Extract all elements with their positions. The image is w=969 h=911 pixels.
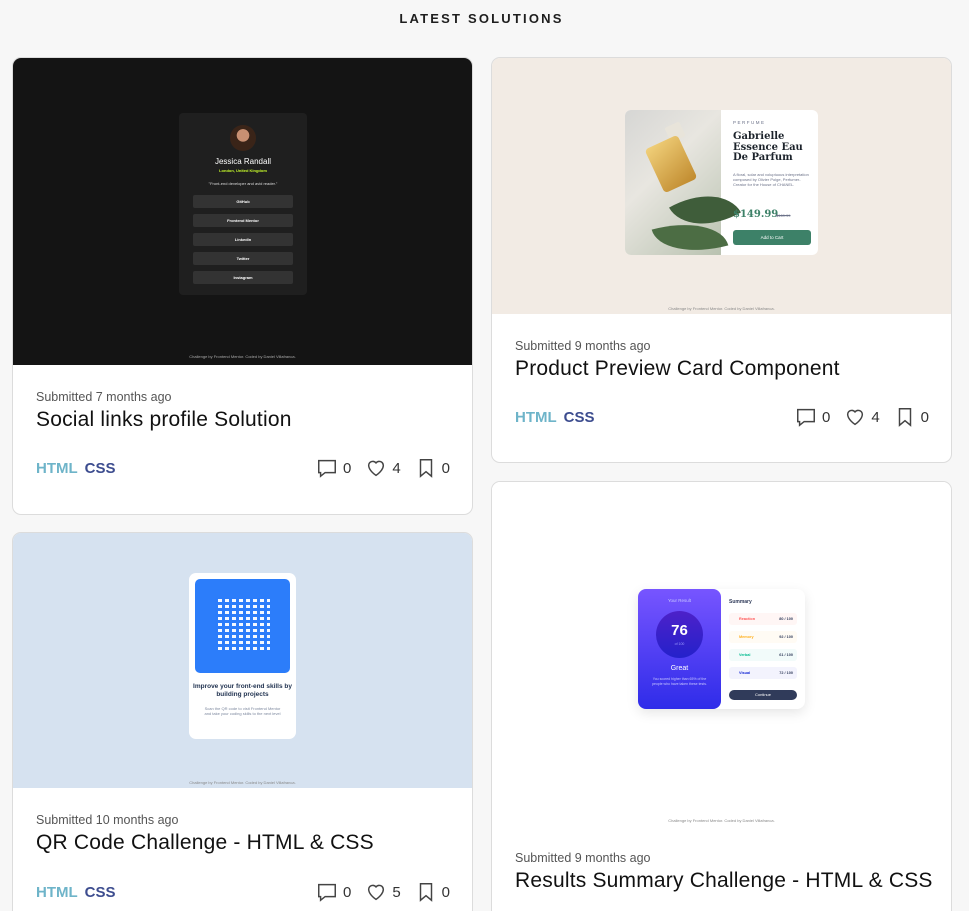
tag-css[interactable]: CSS [85,884,116,901]
solution-preview-image[interactable]: Jessica Randall London, United Kingdom "… [13,58,472,365]
submitted-date: Submitted 10 months ago [36,813,179,827]
preview-name: Jessica Randall [214,157,272,166]
preview-credit: Challenge by Frontend Mentor. Coded by D… [189,780,296,785]
comment-count: 0 [821,408,831,426]
bookmark-count: 0 [441,883,450,901]
solution-preview-image[interactable]: Improve your front-end skills by buildin… [13,533,472,788]
preview-description: A floral, solar and voluptuous interpret… [733,172,809,187]
preview-old-price: $169.99 [776,213,791,218]
score-circle: 76 of 100 [656,611,703,658]
comment-icon [317,883,336,902]
bookmark-icon [898,408,911,427]
qr-code-image [195,579,290,673]
solution-preview-image[interactable]: PERFUME Gabrielle Essence Eau De Parfum … [492,58,951,314]
avatar [230,125,256,151]
preview-summary-row: Reaction 80 / 100 [729,613,797,625]
preview-your-result: Your Result [667,598,692,603]
perfume-image [625,110,741,255]
preview-price: $149.99 [733,209,779,220]
preview-summary-row: Memory 92 / 100 [729,631,797,643]
preview-location: London, United Kingdom [219,168,267,173]
preview-credit: Challenge by Frontend Mentor. Coded by D… [189,354,296,359]
preview-summary-title: Summary [729,599,752,605]
submitted-date: Submitted 9 months ago [515,851,651,865]
solution-preview-image[interactable]: Your Result 76 of 100 Great You scored h… [492,482,951,832]
bookmark-icon [419,459,432,478]
like-count: 5 [392,883,401,901]
preview-results-card: Your Result 76 of 100 Great You scored h… [638,589,805,709]
tag-html[interactable]: HTML [515,409,557,426]
preview-cart-button: Add to Cart [733,230,811,245]
tag-html[interactable]: HTML [36,460,78,477]
comments-button[interactable]: 0 [316,457,351,479]
preview-summary-row: Verbal 61 / 100 [729,649,797,661]
preview-link-button: Frontend Mentor [193,214,293,227]
solution-title[interactable]: QR Code Challenge - HTML & CSS [36,831,449,855]
tech-tags: HTML CSS [36,460,116,477]
solution-stats: 0 4 0 [787,406,929,428]
preview-summary-row: Visual 72 / 100 [729,667,797,679]
like-button[interactable]: 4 [365,457,401,479]
comment-count: 0 [342,459,352,477]
preview-continue-button: Continue [729,690,797,700]
preview-link-button: Twitter [193,252,293,265]
preview-qr-card: Improve your front-end skills by buildin… [189,573,296,739]
submitted-date: Submitted 7 months ago [36,390,172,404]
preview-score: 76 [671,622,688,639]
preview-product-name: Gabrielle Essence Eau De Parfum [733,131,803,163]
comment-icon [796,408,815,427]
comments-button[interactable]: 0 [795,406,830,428]
solution-card[interactable]: PERFUME Gabrielle Essence Eau De Parfum … [491,57,952,463]
preview-link-button: GitHub [193,195,293,208]
solution-card[interactable]: Jessica Randall London, United Kingdom "… [12,57,473,515]
preview-score-max: of 100 [674,642,685,646]
preview-grade: Great [670,665,689,672]
heart-icon [368,884,385,901]
preview-text: Scan the QR code to visit Frontend Mento… [204,706,281,716]
preview-link-button: Instagram [193,271,293,284]
solution-stats: 0 4 0 [308,457,450,479]
bookmark-count: 0 [441,459,450,477]
preview-category: PERFUME [733,120,766,125]
tech-tags: HTML CSS [36,884,116,901]
tech-tags: HTML CSS [515,409,595,426]
submitted-date: Submitted 9 months ago [515,339,651,353]
solution-title[interactable]: Results Summary Challenge - HTML & CSS [515,869,932,893]
like-count: 4 [871,408,880,426]
tag-css[interactable]: CSS [564,409,595,426]
preview-credit: Challenge by Frontend Mentor. Coded by D… [668,306,775,311]
bookmark-button[interactable]: 0 [894,406,929,428]
preview-credit: Challenge by Frontend Mentor. Coded by D… [668,818,775,823]
comments-button[interactable]: 0 [316,881,351,903]
like-count: 4 [392,459,401,477]
solution-card[interactable]: Improve your front-end skills by buildin… [12,532,473,911]
heart-icon [847,409,864,426]
like-button[interactable]: 5 [365,881,401,903]
preview-quote: "Front-end developer and avid reader." [208,181,278,186]
preview-profile-card: Jessica Randall London, United Kingdom "… [179,113,307,295]
preview-heading: Improve your front-end skills by buildin… [193,683,292,698]
comment-count: 0 [342,883,352,901]
solution-stats: 0 5 0 [308,881,450,903]
comment-icon [317,459,336,478]
solution-title[interactable]: Product Preview Card Component [515,357,928,381]
preview-link-button: LinkedIn [193,233,293,246]
preview-grade-text: You scored higher than 65% of the people… [652,677,707,686]
bookmark-icon [419,883,432,902]
section-heading: LATEST SOLUTIONS [399,11,564,26]
preview-result-panel: Your Result 76 of 100 Great You scored h… [638,589,721,709]
like-button[interactable]: 4 [844,406,880,428]
heart-icon [368,460,385,477]
solution-card[interactable]: Your Result 76 of 100 Great You scored h… [491,481,952,911]
preview-product-card: PERFUME Gabrielle Essence Eau De Parfum … [625,110,818,255]
bookmark-button[interactable]: 0 [415,457,450,479]
solution-title[interactable]: Social links profile Solution [36,408,449,432]
bookmark-count: 0 [920,408,929,426]
bookmark-button[interactable]: 0 [415,881,450,903]
tag-css[interactable]: CSS [85,460,116,477]
tag-html[interactable]: HTML [36,884,78,901]
